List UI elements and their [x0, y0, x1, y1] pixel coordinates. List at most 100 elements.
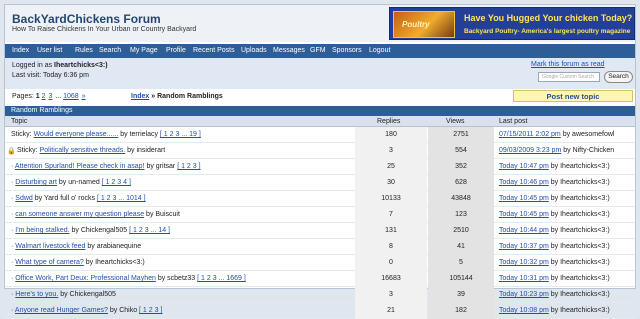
last-post-author: by Iheartchicks<3:): [550, 211, 610, 218]
nav-my-page[interactable]: My Page: [130, 47, 158, 54]
topic-prefix: ·: [11, 259, 14, 266]
topic-pages[interactable]: [ 1 2 3 4 ]: [102, 179, 131, 186]
replies-count: 21: [355, 303, 427, 319]
topic-row: Sticky: Would everyone please...... by t…: [5, 127, 635, 143]
last-post-date[interactable]: Today 10:08 pm: [499, 307, 549, 314]
mark-forum-read-link[interactable]: Mark this forum as read: [531, 61, 605, 68]
nav-sponsors[interactable]: Sponsors: [332, 47, 362, 54]
breadcrumb: Index » Random Ramblings: [131, 93, 223, 100]
topic-link[interactable]: Sdwd: [15, 195, 33, 202]
nav-user-list[interactable]: User list: [37, 47, 62, 54]
topic-pages[interactable]: [ 1 2 3 ... 1669 ]: [197, 275, 246, 282]
topic-pages[interactable]: [ 1 2 3 ... 19 ]: [160, 131, 201, 138]
page-link-last[interactable]: 1068: [63, 93, 79, 100]
topic-cell: · What type of camera? by Iheartchicks<3…: [5, 255, 355, 271]
topic-link[interactable]: I'm being stalked.: [15, 227, 69, 234]
forum-title[interactable]: BackYardChickens Forum: [12, 12, 161, 26]
ad-image: Poultry: [393, 11, 455, 38]
last-post-date[interactable]: Today 10:44 pm: [499, 227, 549, 234]
last-post-date[interactable]: Today 10:46 pm: [499, 179, 549, 186]
topic-link[interactable]: Anyone read Hunger Games?: [15, 307, 108, 314]
forum-page: BackYardChickens Forum How To Raise Chic…: [4, 4, 636, 319]
topic-text: · Walmart livestock feed by arabianequin…: [11, 243, 141, 250]
nav-search[interactable]: Search: [99, 47, 121, 54]
views-count: 182: [428, 303, 494, 319]
topic-author: by gritsar: [146, 163, 176, 170]
nav-gfm[interactable]: GFM: [310, 47, 326, 54]
last-post-date[interactable]: 07/15/2011 2:02 pm: [499, 131, 561, 138]
pagination-ellipsis: ...: [55, 93, 62, 100]
search-button[interactable]: Search: [604, 71, 633, 83]
ad-subline: Backyard Poultry- America's largest poul…: [464, 28, 631, 35]
topic-text: · can someone answer my question please …: [11, 211, 180, 218]
nav-rules[interactable]: Rules: [75, 47, 93, 54]
topic-link[interactable]: What type of camera?: [15, 259, 83, 266]
last-post-cell: Today 10:45 pm by Iheartchicks<3:): [495, 191, 635, 207]
views-count: 41: [428, 239, 494, 255]
last-post-author: by Iheartchicks<3:): [550, 275, 610, 282]
post-new-topic-button[interactable]: Post new topic: [513, 90, 633, 102]
topic-prefix: ·: [11, 163, 14, 170]
topic-prefix: ·: [11, 179, 14, 186]
last-post-author: by Iheartchicks<3:): [550, 179, 610, 186]
topic-prefix: Sticky:: [17, 147, 38, 154]
last-post-date[interactable]: Today 10:31 pm: [499, 275, 549, 282]
views-count: 105144: [428, 271, 494, 287]
topic-row: · Here's to you. by Chickengal505 3 39 Toda…: [5, 287, 635, 303]
topic-author: by Buiscuit: [146, 211, 180, 218]
last-post-date[interactable]: Today 10:45 pm: [499, 195, 549, 202]
page-link-3[interactable]: 3: [48, 93, 52, 100]
replies-count: 8: [355, 239, 427, 255]
topic-list: Sticky: Would everyone please...... by t…: [5, 127, 635, 319]
last-post-date[interactable]: Today 10:47 pm: [499, 163, 549, 170]
last-post-date[interactable]: Today 10:37 pm: [499, 243, 549, 250]
topic-link[interactable]: Attention Spurland! Please check in asap…: [15, 163, 145, 170]
nav-recent-posts[interactable]: Recent Posts: [193, 47, 235, 54]
topic-link[interactable]: can someone answer my question please: [15, 211, 144, 218]
topic-link[interactable]: Walmart livestock feed: [15, 243, 85, 250]
topic-cell: · Office Work, Part Deux: Professional M…: [5, 271, 355, 287]
topic-pages[interactable]: [ 1 2 3 ]: [139, 307, 162, 314]
logged-in-text: Logged in as Iheartchicks<3:): [12, 62, 108, 69]
search-input[interactable]: Google Custom Search: [538, 72, 600, 82]
views-count: 554: [428, 143, 494, 159]
topic-pages[interactable]: [ 1 2 3 ... 14 ]: [129, 227, 170, 234]
last-post-cell: Today 10:23 pm by Iheartchicks<3:): [495, 287, 635, 303]
replies-count: 131: [355, 223, 427, 239]
nav-uploads[interactable]: Uploads: [241, 47, 267, 54]
ad-banner[interactable]: Poultry Have You Hugged Your chicken Tod…: [389, 7, 635, 40]
replies-count: 3: [355, 287, 427, 303]
last-post-date[interactable]: Today 10:32 pm: [499, 259, 549, 266]
topic-prefix: ·: [11, 243, 14, 250]
topic-row: · What type of camera? by Iheartchicks<3…: [5, 255, 635, 271]
nav-profile[interactable]: Profile: [166, 47, 186, 54]
page-link-2[interactable]: 2: [42, 93, 46, 100]
forum-subtitle: How To Raise Chickens In Your Urban or C…: [12, 26, 197, 33]
topic-author: by Chiko: [109, 307, 138, 314]
breadcrumb-separator: »: [149, 93, 158, 100]
topic-link[interactable]: Here's to you.: [15, 291, 58, 298]
nav-messages[interactable]: Messages: [273, 47, 305, 54]
replies-count: 0: [355, 255, 427, 271]
breadcrumb-index[interactable]: Index: [131, 93, 149, 100]
topic-pages[interactable]: [ 1 2 3 ]: [177, 163, 200, 170]
topic-link[interactable]: Would everyone please......: [34, 131, 119, 138]
topic-text: · I'm being stalked. by Chickengal505 [ …: [11, 227, 170, 234]
nav-index[interactable]: Index: [12, 47, 29, 54]
topic-link[interactable]: Office Work, Part Deux: Professional May…: [15, 275, 156, 282]
last-post-author: by Iheartchicks<3:): [550, 243, 610, 250]
forum-header: BackYardChickens Forum How To Raise Chic…: [5, 5, 635, 42]
last-post-date[interactable]: Today 10:23 pm: [499, 291, 549, 298]
last-post-author: by Iheartchicks<3:): [550, 195, 610, 202]
views-count: 5: [428, 255, 494, 271]
page-next-link[interactable]: »: [82, 93, 86, 100]
topic-link[interactable]: Disturbing art: [15, 179, 57, 186]
topic-pages[interactable]: [ 1 2 3 ... 1014 ]: [97, 195, 146, 202]
last-post-date[interactable]: 09/03/2009 3:23 pm: [499, 147, 561, 154]
ad-headline: Have You Hugged Your chicken Today?: [464, 13, 633, 23]
last-post-date[interactable]: Today 10:45 pm: [499, 211, 549, 218]
pagination: Pages: 1 2 3 ... 1068 »: [12, 93, 87, 100]
nav-logout[interactable]: Logout: [369, 47, 390, 54]
replies-count: 25: [355, 159, 427, 175]
topic-link[interactable]: Politically sensitive threads.: [40, 147, 126, 154]
